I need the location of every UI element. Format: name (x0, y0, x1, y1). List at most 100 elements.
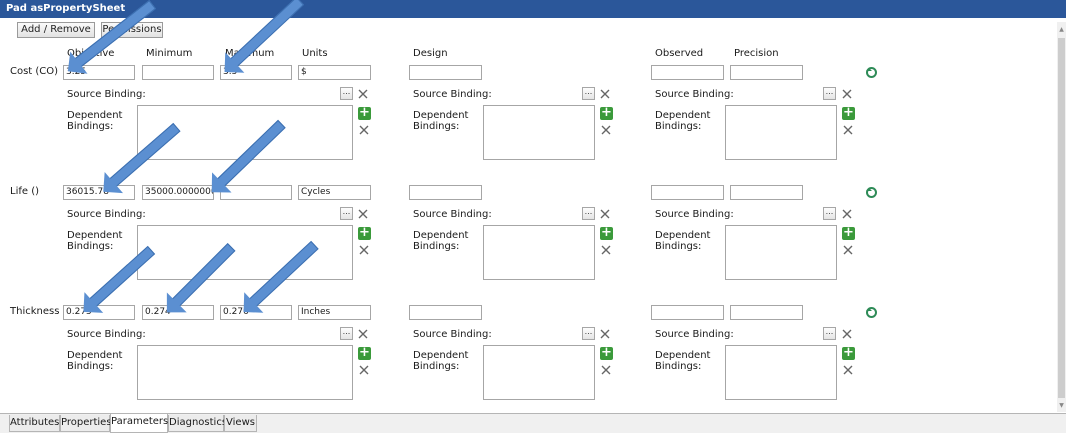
units-field[interactable]: Cycles (298, 185, 371, 200)
remove-design-dependent-binding-icon[interactable] (600, 244, 612, 256)
units-field[interactable]: $ (298, 65, 371, 80)
add-design-dependent-binding-button[interactable]: + (600, 106, 613, 120)
observed-source-binding-label: Source Binding: (655, 89, 734, 100)
add-dependent-binding-button[interactable]: + (358, 346, 371, 360)
observed-dependent-bindings-list[interactable] (725, 105, 837, 160)
scroll-thumb[interactable] (1058, 38, 1065, 398)
units-field[interactable]: Inches (298, 305, 371, 320)
precision-field[interactable] (730, 65, 803, 80)
observed-field[interactable] (651, 305, 724, 320)
parameter-name: Life () (10, 186, 40, 197)
parameter-name: Cost (CO) (10, 66, 59, 77)
observed-source-binding-browse-button[interactable]: ... (823, 87, 836, 100)
observed-field[interactable] (651, 185, 724, 200)
remove-observed-dependent-binding-icon[interactable] (842, 364, 854, 376)
remove-design-dependent-binding-icon[interactable] (600, 364, 612, 376)
design-field[interactable] (409, 65, 482, 80)
remove-dependent-binding-icon[interactable] (358, 244, 370, 256)
precision-field[interactable] (730, 185, 803, 200)
dependent-bindings-list[interactable] (137, 345, 353, 400)
minimum-field[interactable] (142, 65, 214, 80)
clear-observed-source-binding-icon[interactable] (841, 208, 853, 220)
tab-attributes[interactable]: Attributes (9, 415, 60, 432)
parameter-name: Thickness () (10, 306, 71, 317)
add-dependent-binding-button[interactable]: + (358, 226, 371, 240)
source-binding-browse-button[interactable]: ... (340, 327, 353, 340)
bindings-label: Bindings: (67, 241, 114, 252)
refresh-icon[interactable] (866, 187, 877, 198)
source-binding-label: Source Binding: (67, 329, 146, 340)
remove-observed-dependent-binding-icon[interactable] (842, 244, 854, 256)
tab-diagnostics[interactable]: Diagnostics (168, 415, 227, 432)
observed-dependent-label: Dependent (655, 350, 711, 361)
precision-field[interactable] (730, 305, 803, 320)
header-minimum: Minimum (146, 48, 193, 59)
remove-dependent-binding-icon[interactable] (358, 124, 370, 136)
clear-source-binding-icon[interactable] (357, 328, 369, 340)
clear-observed-source-binding-icon[interactable] (841, 328, 853, 340)
add-observed-dependent-binding-button[interactable]: + (842, 346, 855, 360)
add-observed-dependent-binding-button[interactable]: + (842, 226, 855, 240)
header-units: Units (302, 48, 328, 59)
clear-design-source-binding-icon[interactable] (599, 208, 611, 220)
design-field[interactable] (409, 305, 482, 320)
add-observed-dependent-binding-button[interactable]: + (842, 106, 855, 120)
minimum-field[interactable]: 35000.00000000 (142, 185, 214, 200)
source-binding-label: Source Binding: (67, 209, 146, 220)
dependent-label: Dependent (67, 230, 123, 241)
observed-bindings-label: Bindings: (655, 121, 702, 132)
refresh-icon[interactable] (866, 307, 877, 318)
observed-dependent-bindings-list[interactable] (725, 225, 837, 280)
clear-observed-source-binding-icon[interactable] (841, 88, 853, 100)
observed-bindings-label: Bindings: (655, 361, 702, 372)
add-design-dependent-binding-button[interactable]: + (600, 346, 613, 360)
design-source-binding-browse-button[interactable]: ... (582, 87, 595, 100)
add-dependent-binding-button[interactable]: + (358, 106, 371, 120)
design-dependent-bindings-list[interactable] (483, 345, 595, 400)
design-source-binding-browse-button[interactable]: ... (582, 327, 595, 340)
observed-bindings-label: Bindings: (655, 241, 702, 252)
remove-design-dependent-binding-icon[interactable] (600, 124, 612, 136)
observed-field[interactable] (651, 65, 724, 80)
dependent-label: Dependent (67, 350, 123, 361)
design-dependent-bindings-list[interactable] (483, 105, 595, 160)
design-source-binding-label: Source Binding: (413, 89, 492, 100)
design-dependent-bindings-list[interactable] (483, 225, 595, 280)
source-binding-browse-button[interactable]: ... (340, 207, 353, 220)
observed-dependent-label: Dependent (655, 110, 711, 121)
design-dependent-label: Dependent (413, 350, 469, 361)
observed-dependent-label: Dependent (655, 230, 711, 241)
clear-design-source-binding-icon[interactable] (599, 328, 611, 340)
dependent-bindings-list[interactable] (137, 225, 353, 280)
design-field[interactable] (409, 185, 482, 200)
header-design: Design (413, 48, 448, 59)
scroll-down-icon[interactable]: ▼ (1058, 402, 1065, 410)
dependent-label: Dependent (67, 110, 123, 121)
observed-source-binding-browse-button[interactable]: ... (823, 327, 836, 340)
scroll-up-icon[interactable]: ▲ (1058, 26, 1065, 34)
source-binding-browse-button[interactable]: ... (340, 87, 353, 100)
tab-properties[interactable]: Properties (60, 415, 112, 432)
add-design-dependent-binding-button[interactable]: + (600, 226, 613, 240)
refresh-icon[interactable] (866, 67, 877, 78)
source-binding-label: Source Binding: (67, 89, 146, 100)
remove-dependent-binding-icon[interactable] (358, 364, 370, 376)
design-dependent-label: Dependent (413, 230, 469, 241)
remove-observed-dependent-binding-icon[interactable] (842, 124, 854, 136)
tab-views[interactable]: Views (224, 415, 257, 432)
design-source-binding-browse-button[interactable]: ... (582, 207, 595, 220)
observed-source-binding-label: Source Binding: (655, 329, 734, 340)
add-remove-button[interactable]: Add / Remove (17, 22, 95, 38)
clear-source-binding-icon[interactable] (357, 88, 369, 100)
clear-source-binding-icon[interactable] (357, 208, 369, 220)
observed-dependent-bindings-list[interactable] (725, 345, 837, 400)
design-bindings-label: Bindings: (413, 241, 460, 252)
design-bindings-label: Bindings: (413, 121, 460, 132)
clear-design-source-binding-icon[interactable] (599, 88, 611, 100)
vertical-scrollbar[interactable]: ▲ ▼ (1057, 22, 1066, 412)
observed-source-binding-browse-button[interactable]: ... (823, 207, 836, 220)
bindings-label: Bindings: (67, 361, 114, 372)
header-precision: Precision (734, 48, 779, 59)
tab-parameters[interactable]: Parameters (110, 414, 168, 433)
observed-source-binding-label: Source Binding: (655, 209, 734, 220)
